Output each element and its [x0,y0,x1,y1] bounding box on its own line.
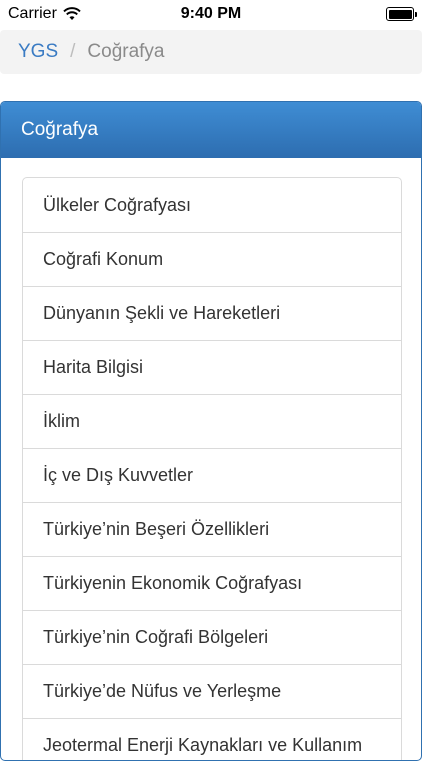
list-item[interactable]: Dünyanın Şekli ve Hareketleri [23,286,401,340]
list-item[interactable]: Türkiyenin Ekonomik Coğrafyası [23,556,401,610]
status-right [386,7,417,21]
list-item[interactable]: Türkiye’nin Coğrafi Bölgeleri [23,610,401,664]
panel-heading: Coğrafya [1,102,421,158]
breadcrumb: YGS / Coğrafya [0,30,422,74]
list-item[interactable]: Jeotermal Enerji Kaynakları ve Kullanım [23,718,401,760]
breadcrumb-current: Coğrafya [87,41,165,62]
list-item[interactable]: Türkiye’nin Beşeri Özellikleri [23,502,401,556]
list-item[interactable]: İç ve Dış Kuvvetler [23,448,401,502]
topic-list: Ülkeler Coğrafyası Coğrafi Konum Dünyanı… [22,177,402,760]
breadcrumb-link-ygs[interactable]: YGS [18,41,58,63]
list-item[interactable]: Türkiye’de Nüfus ve Yerleşme [23,664,401,718]
breadcrumb-separator: / [70,41,76,62]
battery-icon [386,7,417,21]
status-bar: Carrier 9:40 PM [0,0,422,30]
list-item[interactable]: İklim [23,394,401,448]
topics-panel: Coğrafya Ülkeler Coğrafyası Coğrafi Konu… [0,101,422,761]
list-item[interactable]: Ülkeler Coğrafyası [23,178,401,232]
status-time: 9:40 PM [180,5,242,22]
list-item[interactable]: Harita Bilgisi [23,340,401,394]
panel-title: Coğrafya [21,119,99,140]
list-item[interactable]: Coğrafi Konum [23,232,401,286]
